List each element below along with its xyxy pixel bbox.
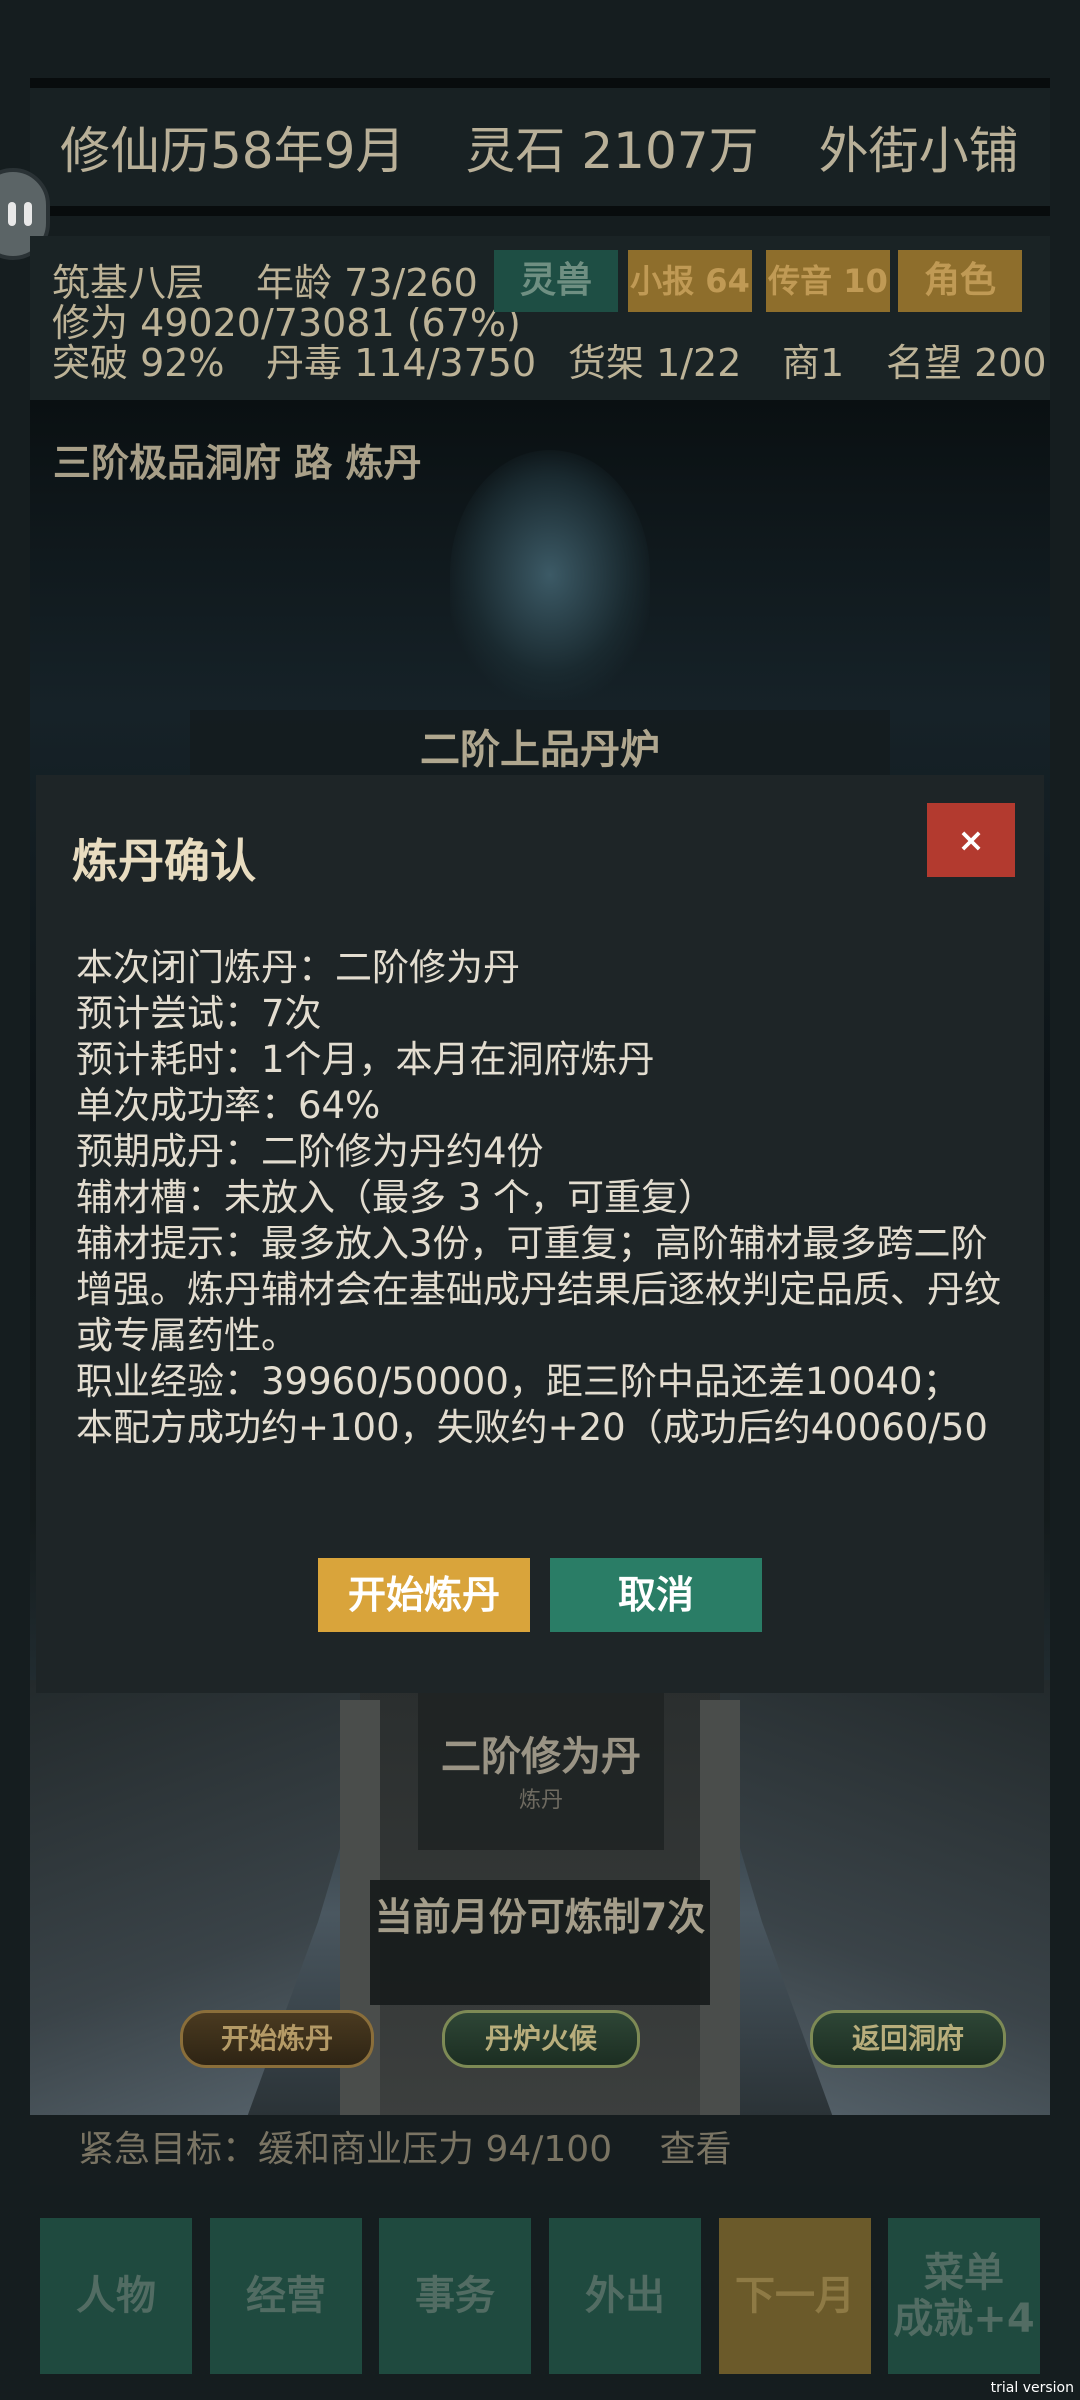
nav-affairs[interactable]: 事务: [379, 2218, 531, 2374]
merchant-stat: 商1: [782, 341, 845, 385]
detail-line: 辅材槽：未放入（最多 3 个，可重复）: [76, 1176, 716, 1219]
detail-line: 本次闭门炼丹：二阶修为丹: [76, 946, 520, 989]
top-divider: [30, 78, 1050, 88]
nav-menu-label: 菜单: [924, 2250, 1004, 2296]
watermark: trial version: [990, 2380, 1074, 2396]
pause-icon-bar: [24, 202, 32, 226]
nav-menu[interactable]: 菜单 成就+4: [888, 2218, 1040, 2374]
dialog-body: 本次闭门炼丹：二阶修为丹 预计尝试：7次 预计耗时：1个月，本月在洞府炼丹 单次…: [76, 945, 1016, 1451]
selected-pill[interactable]: 二阶修为丹 炼丹: [418, 1680, 664, 1850]
nav-character[interactable]: 人物: [40, 2218, 192, 2374]
pill-toxin-stat: 丹毒 114/3750: [266, 341, 537, 385]
cave-opening: [450, 450, 650, 700]
material-tip: 辅材提示：最多放入3份，可重复；高阶辅材最多跨二阶增强。炼丹辅材会在基础成丹结果…: [76, 1222, 1001, 1357]
pill-name: 二阶修为丹: [441, 1734, 641, 1780]
breakthrough-stat: 突破 92%: [52, 341, 225, 385]
detail-line: 预计耗时：1个月，本月在洞府炼丹: [76, 1038, 655, 1081]
scene-title: 三阶极品洞府 路 炼丹: [53, 441, 422, 485]
pill-subtitle: 炼丹: [518, 1788, 563, 1813]
game-date: 修仙历58年9月: [60, 122, 406, 180]
nav-next-month[interactable]: 下一月: [719, 2218, 871, 2374]
nav-outing[interactable]: 外出: [549, 2218, 701, 2374]
months-note: 当前月份可炼制7次: [370, 1880, 710, 2005]
status-header: 修仙历58年9月 灵石 2107万 外街小铺: [30, 88, 1050, 216]
nav-business[interactable]: 经营: [210, 2218, 362, 2374]
furnace-heat-button[interactable]: 丹炉火候: [442, 2010, 640, 2068]
shelf-stat: 货架 1/22: [568, 341, 742, 385]
detail-line: 预计尝试：7次: [76, 992, 322, 1035]
return-cave-button[interactable]: 返回洞府: [810, 2010, 1006, 2068]
pause-icon: [8, 202, 16, 226]
start-alchemy-button[interactable]: 开始炼丹: [318, 1558, 530, 1632]
experience-line: 职业经验：39960/50000，距三阶中品还差10040；: [76, 1360, 960, 1403]
urgent-goal-text: 紧急目标：缓和商业压力 94/100: [78, 2129, 613, 2170]
urgent-goal-view-link[interactable]: 查看: [660, 2129, 732, 2170]
stats-panel: 筑基八层 年龄 73/260 修为 49020/73081 (67%) 突破 9…: [30, 236, 1050, 400]
nav-achievement-label: 成就+4: [893, 2296, 1035, 2342]
alchemy-confirm-dialog: 炼丹确认 × 本次闭门炼丹：二阶修为丹 预计尝试：7次 预计耗时：1个月，本月在…: [36, 775, 1044, 1693]
spirit-stones: 灵石 2107万: [465, 122, 759, 180]
tag-message[interactable]: 传音 10: [766, 250, 890, 312]
close-button[interactable]: ×: [927, 803, 1015, 877]
tag-spirit-beast[interactable]: 灵兽: [494, 250, 618, 312]
cancel-button[interactable]: 取消: [550, 1558, 762, 1632]
tag-news[interactable]: 小报 64: [628, 250, 752, 312]
detail-line: 单次成功率：64%: [76, 1084, 381, 1127]
reputation-stat: 名望 200: [886, 341, 1047, 385]
scene-start-button[interactable]: 开始炼丹: [180, 2010, 374, 2068]
dialog-title: 炼丹确认: [72, 834, 256, 888]
experience-gain-line: 本配方成功约+100，失败约+20（成功后约40060/50: [76, 1406, 988, 1449]
tag-role[interactable]: 角色: [898, 250, 1022, 312]
detail-line: 预期成丹：二阶修为丹约4份: [76, 1130, 544, 1173]
location-label: 外街小铺: [818, 122, 1019, 180]
urgent-goal-bar: 紧急目标：缓和商业压力 94/100 查看: [30, 2115, 1050, 2185]
